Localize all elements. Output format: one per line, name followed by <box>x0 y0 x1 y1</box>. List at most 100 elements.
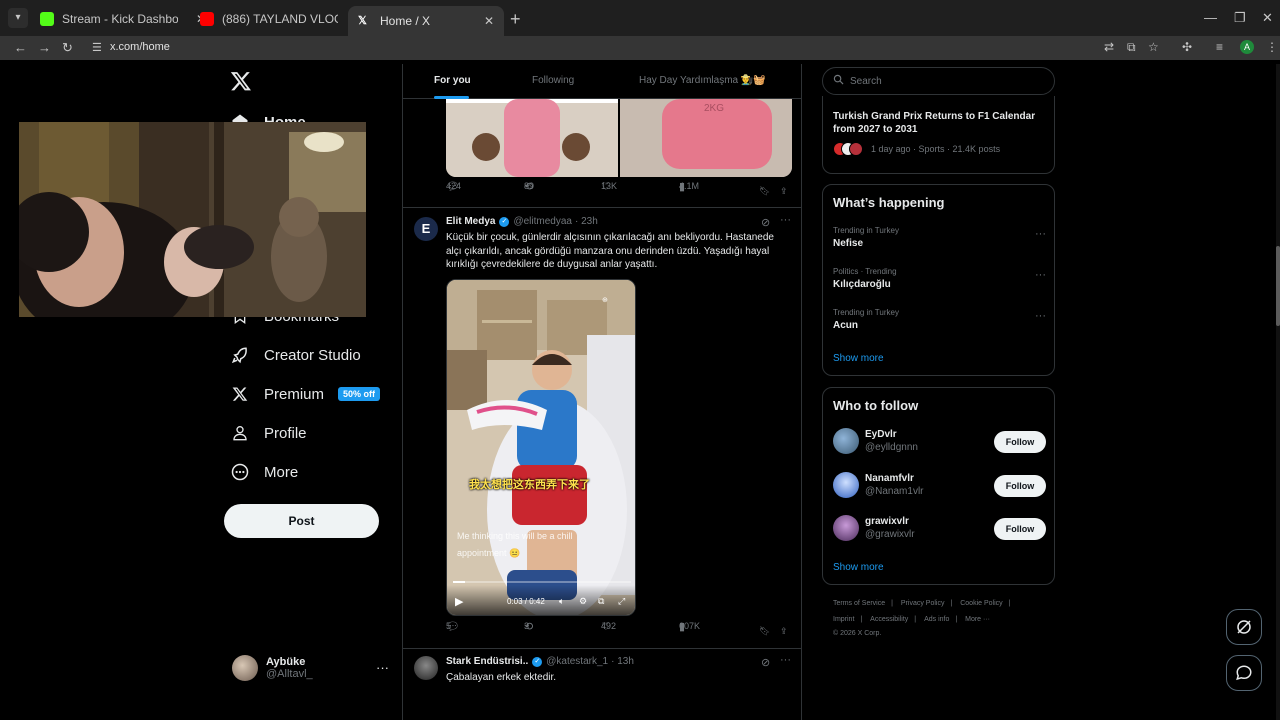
grok-icon <box>1237 620 1251 634</box>
play-icon[interactable]: ▶ <box>455 595 463 608</box>
terms-link[interactable]: Terms of Service <box>833 600 885 607</box>
trend-item[interactable]: Trending in Turkey Acun ··· <box>833 308 1046 331</box>
extensions-icon[interactable]: ✣ <box>1182 40 1192 54</box>
nav-premium[interactable]: Premium 50% off <box>230 384 381 404</box>
search-placeholder: Search <box>850 75 882 87</box>
browser-tab-youtube[interactable]: (886) TAYLAND VLOG | İLK GÜN ✕ <box>190 6 370 32</box>
close-tab-icon[interactable]: ✕ <box>484 14 494 28</box>
whats-happening-card: What’s happening Trending in Turkey Nefi… <box>822 184 1055 376</box>
url-field[interactable]: x.com/home <box>110 41 170 53</box>
restore-icon[interactable]: ❐ <box>1234 10 1246 26</box>
imprint-link[interactable]: Imprint <box>833 616 854 623</box>
grok-icon[interactable]: ⊘ <box>761 216 770 229</box>
show-more-link[interactable]: Show more <box>833 562 884 573</box>
tab-following[interactable]: Following <box>532 75 574 86</box>
nav-label: Profile <box>264 424 307 442</box>
reload-icon[interactable]: ↻ <box>62 40 73 56</box>
video-watermark: ⊛ <box>602 297 608 304</box>
cookie-link[interactable]: Cookie Policy <box>960 600 1002 607</box>
post-button[interactable]: Post <box>224 504 379 538</box>
scrollbar-thumb[interactable] <box>1276 246 1280 326</box>
avatar[interactable]: E <box>414 217 438 241</box>
post-header: Stark Endüstrisi.. ✓ @katestark_1 · 13h <box>446 656 634 667</box>
follow-suggestion[interactable]: Nanamfvlr @Nanam1vlr Follow <box>833 472 1046 500</box>
translate-icon[interactable]: ⇄ <box>1104 40 1114 54</box>
ads-info-link[interactable]: Ads info <box>924 616 949 623</box>
browser-profile-avatar[interactable]: A <box>1240 40 1254 54</box>
reply-count: 5 <box>446 621 452 631</box>
browser-menu-icon[interactable]: ⋮ <box>1266 40 1278 54</box>
settings-gear-icon[interactable]: ⚙ <box>579 596 587 607</box>
video-player[interactable]: ⊛ 我太想把这东西弄下来了 Me thinking this will be a… <box>446 279 636 616</box>
post-more-icon[interactable]: ··· <box>780 654 791 666</box>
post-time[interactable]: · 13h <box>611 656 634 667</box>
minimize-icon[interactable]: — <box>1204 10 1217 25</box>
share-icon[interactable]: ⇪ <box>780 186 788 197</box>
tab-for-you[interactable]: For you <box>434 75 471 86</box>
nav-profile[interactable]: Profile <box>230 423 307 443</box>
follow-suggestion[interactable]: grawixvlr @grawixvlr Follow <box>833 515 1046 543</box>
grok-icon[interactable]: ⊘ <box>761 656 770 669</box>
fullscreen-icon[interactable]: ⤢ <box>618 596 625 607</box>
bookmark-post-icon[interactable]: 🔖︎ <box>759 186 770 197</box>
follow-button[interactable]: Follow <box>994 518 1046 540</box>
browser-tab-kick[interactable]: Stream - Kick Dashboard ✕ <box>30 6 216 32</box>
tab-search-icon[interactable]: ▾ <box>8 8 28 28</box>
forward-icon[interactable]: → <box>38 40 51 55</box>
tab-title: (886) TAYLAND VLOG | İLK GÜN <box>222 12 338 26</box>
picture-in-picture-icon[interactable]: ⧉ <box>598 596 604 607</box>
follow-button[interactable]: Follow <box>994 475 1046 497</box>
accessibility-link[interactable]: Accessibility <box>870 616 908 623</box>
trend-more-icon[interactable]: ··· <box>1035 310 1046 322</box>
site-info-icon[interactable]: ☰ <box>92 41 102 54</box>
trend-item[interactable]: Politics · Trending Kılıçdaroğlu ··· <box>833 267 1046 290</box>
footer-more-link[interactable]: More ··· <box>965 616 990 623</box>
show-more-link[interactable]: Show more <box>833 353 884 364</box>
x-logo-icon[interactable] <box>230 70 252 92</box>
browser-tab-x[interactable]: 𝕏 Home / X ✕ <box>348 6 504 36</box>
bookmark-post-icon[interactable]: 🔖︎ <box>759 626 770 637</box>
suggestion-handle: @eylldgnnn <box>865 442 918 453</box>
previous-post-media[interactable]: 2KG <box>446 99 792 177</box>
video-progress-bar[interactable] <box>453 581 631 583</box>
video-subtitle-english: Me thinking this will be a chill appoint… <box>457 531 573 558</box>
avatar[interactable] <box>414 656 438 680</box>
account-switcher[interactable]: Aybüke @Alltavl_ <box>232 655 313 681</box>
privacy-link[interactable]: Privacy Policy <box>901 600 945 607</box>
media-control-icon[interactable]: ≡ <box>1216 40 1223 54</box>
account-more-icon[interactable]: ··· <box>376 660 389 675</box>
post-more-icon[interactable]: ··· <box>780 214 791 226</box>
author-name[interactable]: Elit Medya <box>446 216 495 227</box>
bookmark-star-icon[interactable]: ☆ <box>1148 40 1159 54</box>
news-card[interactable]: Turkish Grand Prix Returns to F1 Calenda… <box>822 96 1055 174</box>
new-tab-icon[interactable]: + <box>510 9 521 30</box>
close-window-icon[interactable]: ✕ <box>1262 10 1273 26</box>
trend-item[interactable]: Trending in Turkey Nefise ··· <box>833 226 1046 249</box>
follow-button[interactable]: Follow <box>994 431 1046 453</box>
trend-more-icon[interactable]: ··· <box>1035 228 1046 240</box>
share-icon[interactable]: ⇪ <box>780 626 788 637</box>
news-meta: 1 day ago · Sports · 21.4K posts <box>833 142 1000 156</box>
author-name[interactable]: Stark Endüstrisi.. <box>446 656 528 667</box>
trend-more-icon[interactable]: ··· <box>1035 269 1046 281</box>
like-count: 13K <box>601 181 618 191</box>
tab-hay-day[interactable]: Hay Day Yardımlaşma 👨‍🌾🧺 <box>639 75 766 86</box>
nav-creator-studio[interactable]: Creator Studio <box>230 345 361 365</box>
follow-suggestion[interactable]: EyDvlr @eylldgnnn Follow <box>833 428 1046 456</box>
premium-discount-badge: 50% off <box>338 387 381 401</box>
verified-badge-icon: ✓ <box>499 216 510 227</box>
nav-more[interactable]: More <box>230 462 298 482</box>
messages-button[interactable] <box>1226 655 1262 691</box>
install-app-icon[interactable]: ⧉ <box>1127 40 1136 55</box>
volume-icon[interactable]: 🔈︎ <box>559 596 564 607</box>
rocket-icon <box>230 345 250 365</box>
grok-button[interactable] <box>1226 609 1262 645</box>
search-input[interactable]: Search <box>822 67 1055 95</box>
author-handle[interactable]: @katestark_1 <box>546 656 608 667</box>
page-scrollbar[interactable] <box>1276 64 1280 720</box>
back-icon[interactable]: ← <box>14 40 27 55</box>
nav-label: Premium <box>264 385 325 403</box>
view-count: 607K <box>679 621 701 631</box>
post-time[interactable]: · 23h <box>575 216 598 227</box>
author-handle[interactable]: @elitmedyaa <box>513 216 572 227</box>
